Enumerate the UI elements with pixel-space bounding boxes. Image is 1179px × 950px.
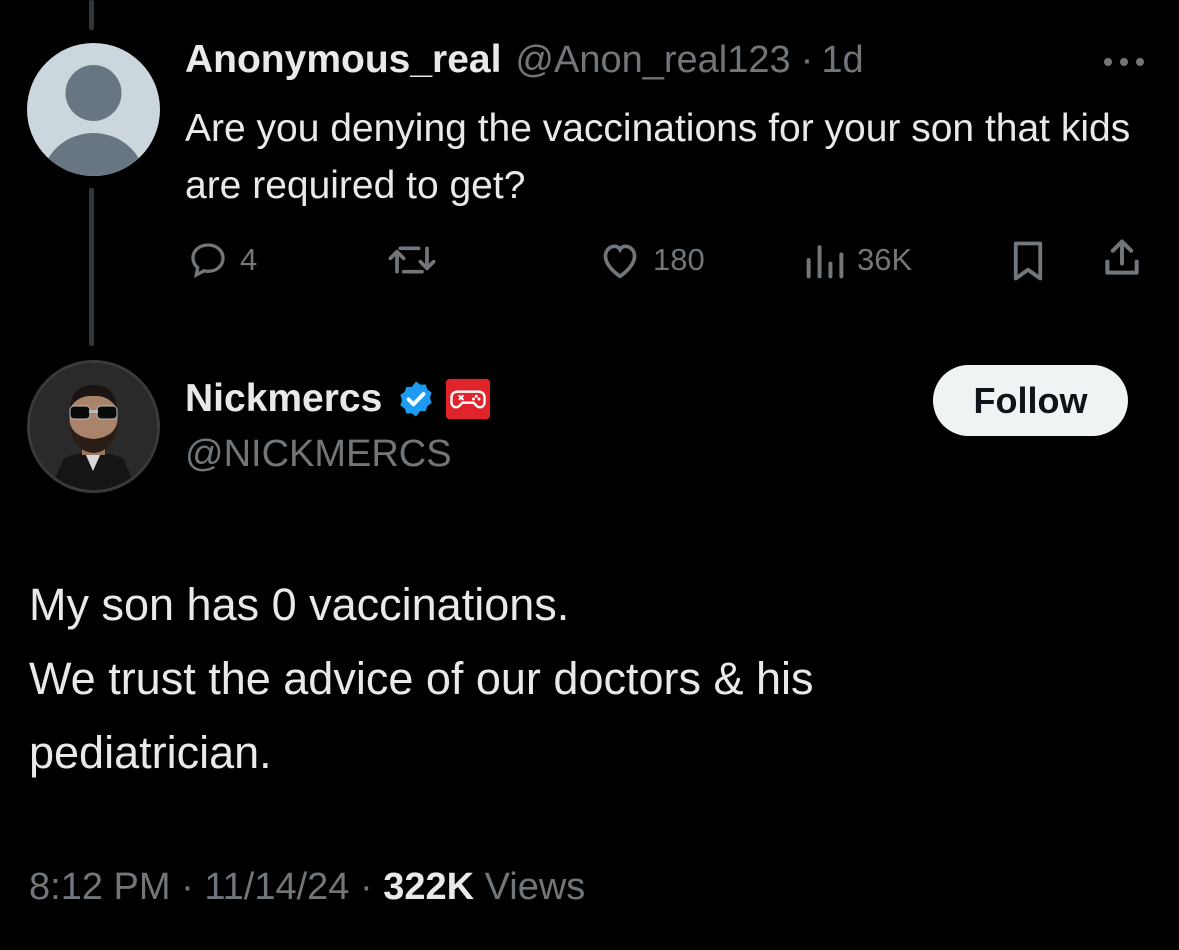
tweet-meta: 8:12 PM · 11/14/24 · 322K Views bbox=[29, 866, 585, 909]
main-tweet-line-2: We trust the advice of our doctors & his… bbox=[29, 653, 814, 778]
profile-photo-icon bbox=[30, 363, 157, 490]
thread-line-middle bbox=[89, 188, 94, 346]
verified-badge-icon[interactable] bbox=[396, 379, 436, 419]
bookmark-action-button[interactable] bbox=[1008, 240, 1048, 282]
tweet-views-label: Views bbox=[484, 866, 586, 908]
meta-dot-2: · bbox=[359, 866, 373, 908]
reply-header: Anonymous_real @Anon_real123 · 1d bbox=[185, 38, 864, 82]
share-action-button[interactable] bbox=[1100, 236, 1144, 280]
views-action-button[interactable]: 36K bbox=[803, 240, 912, 280]
retweet-icon bbox=[388, 246, 436, 274]
reply-text: Are you denying the vaccinations for you… bbox=[185, 107, 1131, 207]
reply-icon bbox=[191, 243, 225, 279]
main-author-avatar[interactable] bbox=[27, 360, 160, 493]
more-options-button[interactable] bbox=[1100, 50, 1148, 74]
default-avatar-icon bbox=[42, 65, 145, 176]
tweet-time[interactable]: 8:12 PM bbox=[29, 866, 171, 908]
like-icon bbox=[603, 244, 637, 279]
follow-button[interactable]: Follow bbox=[933, 365, 1128, 436]
views-count: 36K bbox=[857, 242, 913, 277]
bookmark-icon bbox=[1013, 241, 1043, 281]
main-author-name[interactable]: Nickmercs bbox=[185, 377, 382, 421]
more-icon bbox=[1104, 58, 1144, 66]
reply-count: 4 bbox=[240, 242, 258, 277]
like-count: 180 bbox=[653, 242, 705, 277]
reply-author-handle[interactable]: @Anon_real123 bbox=[515, 39, 790, 82]
tweet-views-count[interactable]: 322K bbox=[383, 866, 474, 908]
share-icon bbox=[1105, 239, 1139, 275]
gaming-badge-icon[interactable] bbox=[444, 377, 492, 421]
reply-time-ago[interactable]: 1d bbox=[821, 39, 863, 82]
reply-action-button[interactable]: 4 bbox=[186, 240, 257, 280]
reply-author-name[interactable]: Anonymous_real bbox=[185, 38, 501, 82]
views-icon bbox=[806, 245, 844, 279]
meta-dot-1: · bbox=[181, 866, 194, 908]
tweet-date[interactable]: 11/14/24 bbox=[204, 866, 349, 908]
main-author-name-row: Nickmercs bbox=[185, 377, 492, 421]
reply-avatar[interactable] bbox=[27, 43, 160, 176]
like-action-button[interactable]: 180 bbox=[597, 240, 705, 280]
reply-separator: · bbox=[800, 39, 814, 81]
main-tweet-text: My son has 0 vaccinations. We trust the … bbox=[29, 568, 1149, 790]
retweet-action-button[interactable] bbox=[385, 240, 449, 280]
main-tweet-line-1: My son has 0 vaccinations. bbox=[29, 579, 570, 630]
thread-line-top bbox=[89, 0, 94, 30]
main-author-handle[interactable]: @NICKMERCS bbox=[185, 433, 452, 476]
